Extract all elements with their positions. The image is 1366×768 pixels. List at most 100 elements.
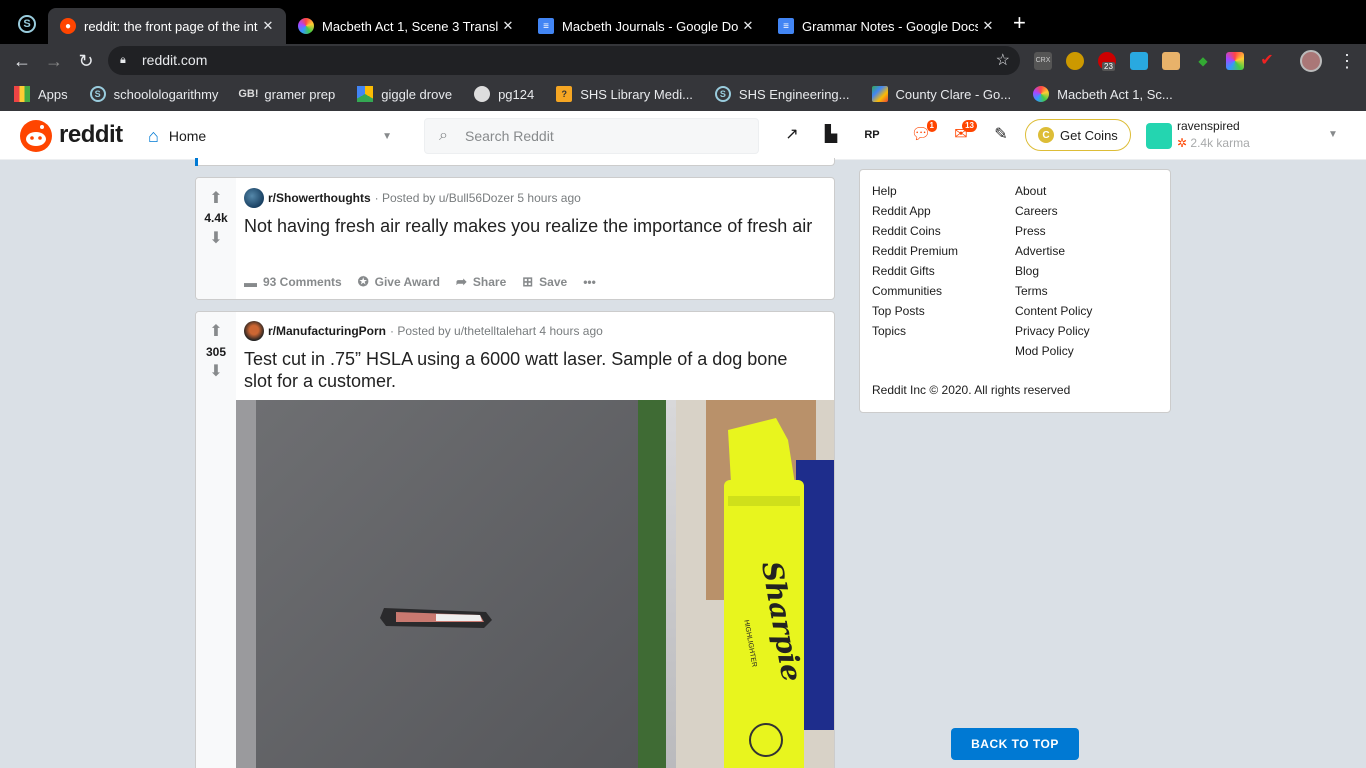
tab-macbeth-translation[interactable]: Macbeth Act 1, Scene 3 Transla ✕ xyxy=(286,8,526,44)
leaderboard-icon[interactable]: ▙ xyxy=(820,124,842,146)
mail-icon[interactable]: ✉ 13 xyxy=(950,120,977,146)
footer-links-card: Help Reddit App Reddit Coins Reddit Prem… xyxy=(859,169,1171,413)
reddit-icon: ● xyxy=(60,18,76,34)
close-icon[interactable]: ✕ xyxy=(498,18,518,34)
home-dropdown[interactable]: ⌂ Home ▼ xyxy=(148,120,400,152)
back-to-top-button[interactable]: BACK TO TOP xyxy=(951,728,1079,760)
forward-icon[interactable]: → xyxy=(43,50,65,72)
upvote-icon[interactable]: ⬆ xyxy=(207,190,225,208)
bookmark-gramer-prep[interactable]: GB! gramer prep xyxy=(238,86,335,102)
footer-link-reddit-premium[interactable]: Reddit Premium xyxy=(872,241,958,261)
more-options-icon[interactable]: ••• xyxy=(583,275,596,289)
bookmark-pg124[interactable]: pg124 xyxy=(474,86,534,102)
bookmark-county-clare[interactable]: County Clare - Go... xyxy=(871,86,1011,102)
share-button[interactable]: ➦ Share xyxy=(456,274,506,290)
close-icon[interactable]: ✕ xyxy=(738,18,758,34)
bookmark-label: SHS Engineering... xyxy=(738,86,850,102)
footer-link-content-policy[interactable]: Content Policy xyxy=(1015,301,1092,321)
crx-extension-icon[interactable]: CRX xyxy=(1034,52,1052,70)
search-input[interactable]: ⌕ Search Reddit xyxy=(424,118,759,154)
save-label: Save xyxy=(539,275,568,289)
footer-link-terms[interactable]: Terms xyxy=(1015,281,1048,301)
footer-link-careers[interactable]: Careers xyxy=(1015,201,1058,221)
downvote-icon[interactable]: ⬇ xyxy=(207,230,225,248)
color-extension-icon[interactable] xyxy=(1226,52,1244,70)
post-card[interactable]: ⬆ 305 ⬇ r/ManufacturingPorn · Posted by … xyxy=(195,311,835,768)
user-dropdown[interactable]: ravenspired ✲ 2.4k karma ▼ xyxy=(1146,117,1346,155)
colorwheel-icon xyxy=(1033,86,1050,102)
footer-link-press[interactable]: Press xyxy=(1015,221,1046,241)
save-button[interactable]: ⊞ Save xyxy=(522,274,567,290)
star-icon[interactable]: ☆ xyxy=(996,46,1010,75)
bookmark-giggle-drove[interactable]: giggle drove xyxy=(357,86,452,102)
avatar xyxy=(1146,123,1172,149)
url-field[interactable]: 🔒︎ reddit.com ☆ xyxy=(108,46,1020,75)
lock-icon: 🔒︎ xyxy=(120,54,126,66)
footer-link-privacy-policy[interactable]: Privacy Policy xyxy=(1015,321,1090,341)
footer-link-about[interactable]: About xyxy=(1015,181,1046,201)
comments-button[interactable]: ▬ 93 Comments xyxy=(244,275,342,290)
new-tab-icon[interactable]: + xyxy=(1013,12,1026,34)
profile-icon[interactable]: S xyxy=(18,15,36,33)
subreddit-link[interactable]: r/ManufacturingPorn xyxy=(268,324,386,338)
upvote-icon[interactable]: ⬆ xyxy=(207,323,225,341)
subreddit-link[interactable]: r/Showerthoughts xyxy=(268,191,371,205)
close-icon[interactable]: ✕ xyxy=(258,18,278,34)
footer-link-reddit-app[interactable]: Reddit App xyxy=(872,201,931,221)
bookmark-shs-library[interactable]: ? SHS Library Medi... xyxy=(556,86,693,102)
trending-icon[interactable]: ↗ xyxy=(781,124,803,146)
vote-column: ⬆ 4.4k ⬇ xyxy=(196,178,236,299)
create-post-icon[interactable]: ✎ xyxy=(990,124,1012,146)
reddit-wordmark[interactable]: reddit xyxy=(59,121,123,149)
chat-icon[interactable]: 💬︎ 1 xyxy=(910,120,937,146)
footer-link-help[interactable]: Help xyxy=(872,181,897,201)
puzzle-extension-icon[interactable]: ◆ xyxy=(1194,52,1212,70)
subreddit-icon[interactable] xyxy=(244,188,264,208)
previous-post-card xyxy=(195,158,835,166)
footer-link-reddit-coins[interactable]: Reddit Coins xyxy=(872,221,941,241)
abp-extension-icon[interactable]: 23 xyxy=(1098,52,1116,71)
footer-link-communities[interactable]: Communities xyxy=(872,281,942,301)
footer-link-advertise[interactable]: Advertise xyxy=(1015,241,1065,261)
footer-link-mod-policy[interactable]: Mod Policy xyxy=(1015,341,1074,361)
bookmark-schoology[interactable]: Sschoolologarithmy xyxy=(89,86,218,102)
subreddit-icon[interactable] xyxy=(244,321,264,341)
tab-reddit[interactable]: ● reddit: the front page of the int ✕ xyxy=(48,8,286,44)
owl-extension-icon[interactable] xyxy=(1066,52,1084,70)
bookmark-label: pg124 xyxy=(498,86,535,102)
post-meta: r/Showerthoughts · Posted by u/Bull56Doz… xyxy=(244,188,581,208)
footer-link-topics[interactable]: Topics xyxy=(872,321,906,341)
tab-title: reddit: the front page of the int xyxy=(84,18,258,34)
tab-macbeth-journals[interactable]: ≡ Macbeth Journals - Google Doc ✕ xyxy=(526,8,766,44)
reddit-header: reddit ⌂ Home ▼ ⌕ Search Reddit ↗ ▙ RP 💬… xyxy=(0,111,1366,160)
post-image[interactable]: Sharpie HIGHLIGHTER xyxy=(236,400,834,768)
footer-link-top-posts[interactable]: Top Posts xyxy=(872,301,925,321)
reload-icon[interactable]: ↻ xyxy=(75,50,97,72)
reddit-logo-icon[interactable] xyxy=(20,120,52,152)
footer-link-reddit-gifts[interactable]: Reddit Gifts xyxy=(872,261,935,281)
bookmark-macbeth[interactable]: Macbeth Act 1, Sc... xyxy=(1033,86,1173,102)
post-title[interactable]: Not having fresh air really makes you re… xyxy=(244,215,814,237)
post-meta: r/ManufacturingPorn · Posted by u/thetel… xyxy=(244,321,603,341)
award-icon: ✪ xyxy=(357,274,369,289)
box-extension-icon[interactable] xyxy=(1162,52,1180,70)
rpan-icon[interactable]: RP xyxy=(861,124,883,146)
footer-link-blog[interactable]: Blog xyxy=(1015,261,1039,281)
post-title[interactable]: Test cut in .75” HSLA using a 6000 watt … xyxy=(244,348,814,392)
extension-badge: 23 xyxy=(1102,62,1115,71)
back-icon[interactable]: ← xyxy=(11,50,33,72)
karma-icon: ✲ xyxy=(1177,136,1188,150)
downvote-icon[interactable]: ⬇ xyxy=(207,363,225,381)
bookmark-shs-engineering[interactable]: S SHS Engineering... xyxy=(714,86,850,102)
menu-icon[interactable]: ⋮ xyxy=(1336,50,1358,72)
post-card[interactable]: ⬆ 4.4k ⬇ r/Showerthoughts · Posted by u/… xyxy=(195,177,835,300)
check-extension-icon[interactable] xyxy=(1130,52,1148,70)
get-coins-button[interactable]: C Get Coins xyxy=(1025,119,1131,151)
bookmark-apps[interactable]: Apps xyxy=(14,86,68,102)
avatar-icon[interactable] xyxy=(1300,50,1322,72)
close-icon[interactable]: ✕ xyxy=(978,18,998,34)
checkmark-extension-icon[interactable]: ✔ xyxy=(1258,52,1276,70)
tab-title: Grammar Notes - Google Docs xyxy=(802,18,978,34)
give-award-button[interactable]: ✪ Give Award xyxy=(358,274,440,290)
tab-grammar-notes[interactable]: ≡ Grammar Notes - Google Docs ✕ xyxy=(766,8,1006,44)
